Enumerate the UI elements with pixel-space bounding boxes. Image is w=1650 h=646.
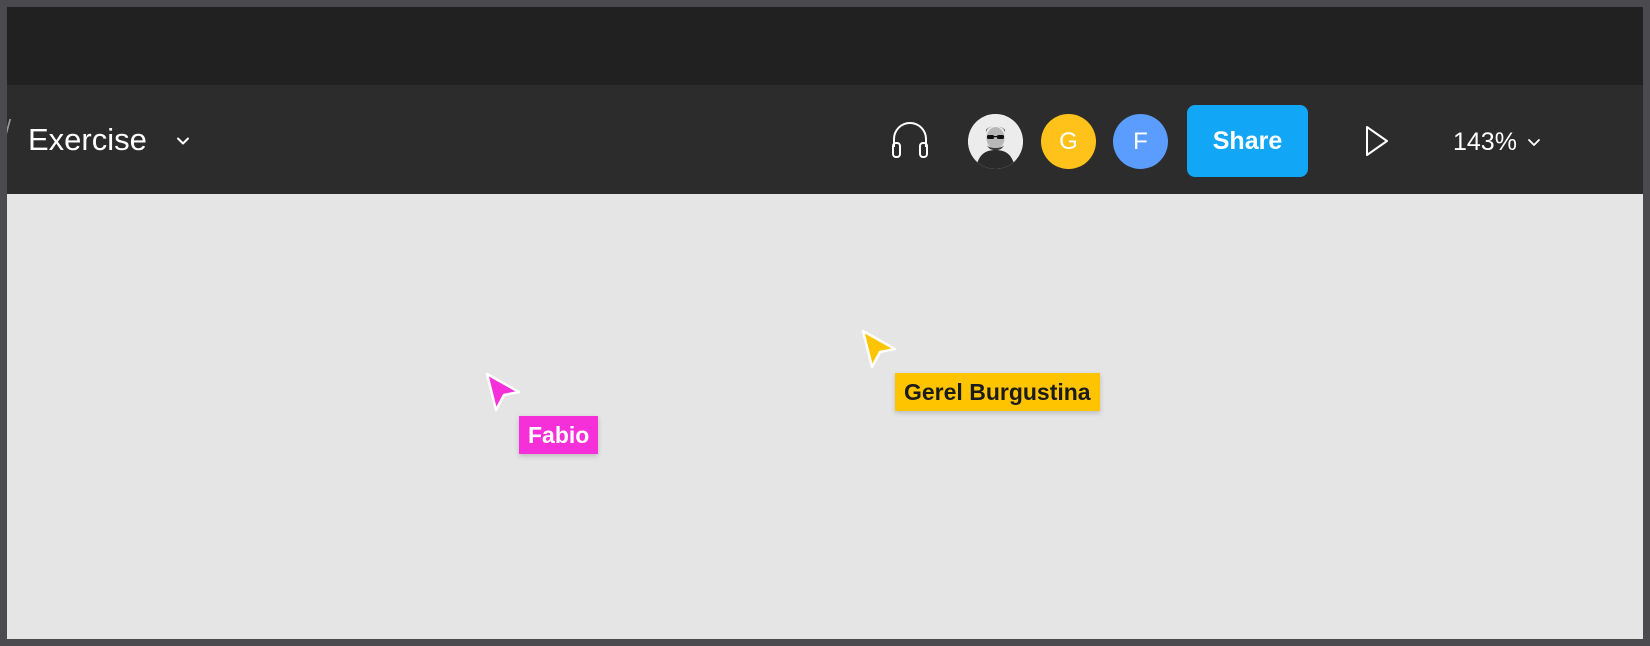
file-name[interactable]: Exercise <box>28 123 147 157</box>
headphones-icon[interactable] <box>887 117 933 163</box>
avatar[interactable]: F <box>1113 114 1168 169</box>
app-window: / Exercise G F Share <box>7 7 1643 639</box>
cursor-arrow-icon <box>861 329 897 369</box>
play-icon[interactable] <box>1363 124 1391 158</box>
cursor-label-fabio: Fabio <box>519 416 599 454</box>
cursor-label-gerel: Gerel Burgustina <box>895 373 1100 411</box>
toolbar: / Exercise G F Share <box>7 85 1643 194</box>
canvas[interactable]: Fabio Gerel Burgustina <box>7 194 1643 639</box>
user-photo-icon <box>968 114 1023 169</box>
chevron-down-icon[interactable] <box>173 131 193 151</box>
zoom-control[interactable]: 143% <box>1453 125 1542 159</box>
avatar[interactable]: G <box>1041 114 1096 169</box>
breadcrumb-separator: / <box>7 117 11 139</box>
zoom-level: 143% <box>1453 127 1517 156</box>
cursor-arrow-icon <box>485 372 521 412</box>
title-bar <box>7 7 1643 85</box>
share-button[interactable]: Share <box>1187 105 1308 177</box>
chevron-down-icon <box>1528 139 1540 146</box>
avatar[interactable] <box>968 114 1023 169</box>
